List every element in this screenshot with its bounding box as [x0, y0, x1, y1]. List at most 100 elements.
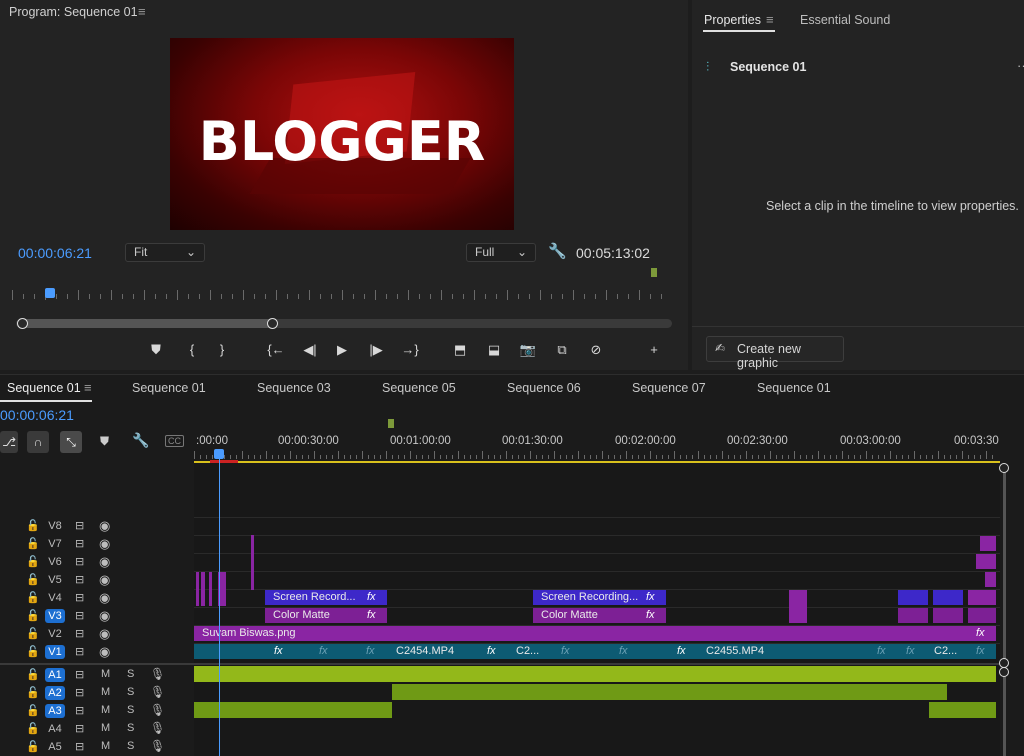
playhead-timecode[interactable]: 00:00:06:21 — [18, 245, 92, 261]
ruler-tick — [606, 290, 607, 300]
timeline-playhead-line[interactable] — [219, 459, 220, 756]
timeline-playhead-handle[interactable] — [214, 449, 224, 459]
scrollbar-handle[interactable] — [999, 667, 1009, 677]
play-button[interactable]: ▶ — [331, 341, 353, 359]
ruler-tick — [155, 294, 156, 299]
quality-dropdown[interactable]: Full ⌄ — [466, 243, 536, 262]
timeline-clip[interactable] — [201, 572, 205, 606]
ruler-tick — [320, 294, 321, 299]
zoom-handle-right[interactable] — [267, 318, 278, 329]
clip-label: C2455.MP4 — [706, 645, 765, 657]
timeline-clip[interactable] — [968, 608, 996, 623]
timeline-clip[interactable] — [209, 572, 212, 606]
program-monitor-panel: Program: Sequence 01 ≡ BLOGGER 00:00:06:… — [0, 0, 688, 370]
program-time-ruler[interactable] — [12, 290, 672, 304]
panel-menu-icon[interactable]: ≡ — [766, 12, 774, 27]
ruler-tick — [232, 294, 233, 299]
timeline-clip[interactable] — [789, 590, 807, 623]
clip-label: Screen Recording... — [541, 591, 639, 603]
scrollbar-handle[interactable] — [999, 463, 1009, 473]
audio-tracks-scrollbar[interactable] — [1003, 675, 1006, 756]
fx-badge: fx — [319, 645, 328, 657]
ruler-tick — [639, 290, 640, 300]
add-button[interactable]: + — [643, 341, 665, 359]
ruler-tick — [78, 290, 79, 300]
ruler-tick — [463, 294, 464, 299]
duration-timecode: 00:05:13:02 — [576, 245, 650, 261]
image-clip[interactable]: Suvam Biswas.png fx — [194, 626, 996, 641]
properties-panel: Properties ≡ Essential Sound ⫶ Sequence … — [692, 0, 1024, 370]
fit-dropdown[interactable]: Fit ⌄ — [125, 243, 205, 262]
ruler-tick — [617, 294, 618, 299]
clip-label: Color Matte — [541, 609, 598, 621]
timeline-clip[interactable] — [251, 535, 254, 590]
sequence-name: Sequence 01 — [730, 60, 807, 74]
proxy-toggle-button[interactable]: ⊘ — [585, 341, 607, 359]
timeline-clip[interactable] — [898, 590, 928, 605]
ruler-tick — [573, 290, 574, 300]
audio-clip[interactable] — [929, 702, 996, 718]
fx-badge: fx — [646, 591, 655, 603]
ruler-tick — [507, 290, 508, 300]
step-back-button[interactable]: ◀| — [299, 341, 321, 359]
timeline-clip[interactable] — [980, 536, 996, 551]
quality-dropdown-label: Full — [475, 245, 495, 259]
ruler-tick — [650, 294, 651, 299]
step-forward-button[interactable]: |▶ — [365, 341, 387, 359]
wrench-icon[interactable]: 🔧 — [548, 242, 567, 260]
fx-badge: fx — [366, 645, 375, 657]
timeline-clip[interactable] — [985, 572, 996, 587]
ruler-tick — [166, 294, 167, 299]
audio-clip[interactable] — [392, 684, 947, 700]
screen-recording-clip[interactable]: Screen Recording... fx — [533, 590, 666, 605]
timeline-clip[interactable] — [898, 608, 928, 623]
timeline-clip[interactable] — [196, 572, 199, 606]
add-marker-button[interactable]: ⛊ — [145, 341, 167, 359]
video-preview[interactable]: BLOGGER — [170, 38, 514, 230]
extract-button[interactable]: ⬓ — [483, 341, 505, 359]
ruler-tick — [540, 290, 541, 300]
video-tracks-scrollbar[interactable] — [1003, 467, 1006, 665]
timeline-clip[interactable] — [976, 554, 996, 569]
mark-in-button[interactable]: { — [181, 341, 203, 359]
go-to-in-button[interactable]: {← — [265, 341, 287, 359]
sequence-marker[interactable] — [651, 268, 657, 277]
preview-overlay-text: BLOGGER — [198, 110, 486, 173]
ruler-tick — [584, 294, 585, 299]
ruler-tick — [661, 294, 662, 299]
more-options-icon[interactable]: ·· — [1017, 58, 1024, 73]
divider — [692, 326, 1024, 327]
comparison-view-button[interactable]: ⧉ — [551, 341, 573, 359]
fx-badge: fx — [561, 645, 570, 657]
active-tab-underline — [703, 30, 775, 32]
export-frame-button[interactable]: 📷 — [517, 341, 539, 359]
program-playhead[interactable] — [45, 288, 55, 298]
program-monitor-title[interactable]: Program: Sequence 01 — [9, 5, 138, 19]
clip-label: Screen Record... — [273, 591, 356, 603]
ruler-tick — [628, 294, 629, 299]
mark-out-button[interactable]: } — [211, 341, 233, 359]
ruler-tick — [89, 294, 90, 299]
color-matte-clip[interactable]: Color Matte fx — [533, 608, 666, 623]
panel-menu-icon[interactable]: ≡ — [138, 4, 146, 19]
video-clip-track[interactable]: fx fx fx C2454.MP4 fx C2... fx fx fx C24… — [194, 644, 996, 659]
color-matte-clip[interactable]: Color Matte fx — [265, 608, 387, 623]
lift-button[interactable]: ⬒ — [449, 341, 471, 359]
audio-clip[interactable] — [194, 702, 392, 718]
timeline-clip[interactable] — [933, 590, 963, 605]
go-to-out-button[interactable]: →} — [399, 341, 421, 359]
ruler-tick — [23, 294, 24, 299]
timeline-clip[interactable] — [968, 590, 996, 605]
zoom-handle-left[interactable] — [17, 318, 28, 329]
ruler-tick — [100, 294, 101, 299]
ruler-tick — [408, 290, 409, 300]
zoom-scrollbar-thumb[interactable] — [22, 319, 272, 328]
tab-properties[interactable]: Properties — [704, 13, 761, 27]
audio-clip[interactable] — [194, 666, 996, 682]
timeline-clip[interactable] — [933, 608, 963, 623]
tab-essential-sound[interactable]: Essential Sound — [800, 13, 890, 27]
ruler-tick — [67, 294, 68, 299]
ruler-tick — [133, 294, 134, 299]
create-new-graphic-button[interactable]: ✍ Create new graphic — [706, 336, 844, 370]
screen-recording-clip[interactable]: Screen Record... fx — [265, 590, 387, 605]
